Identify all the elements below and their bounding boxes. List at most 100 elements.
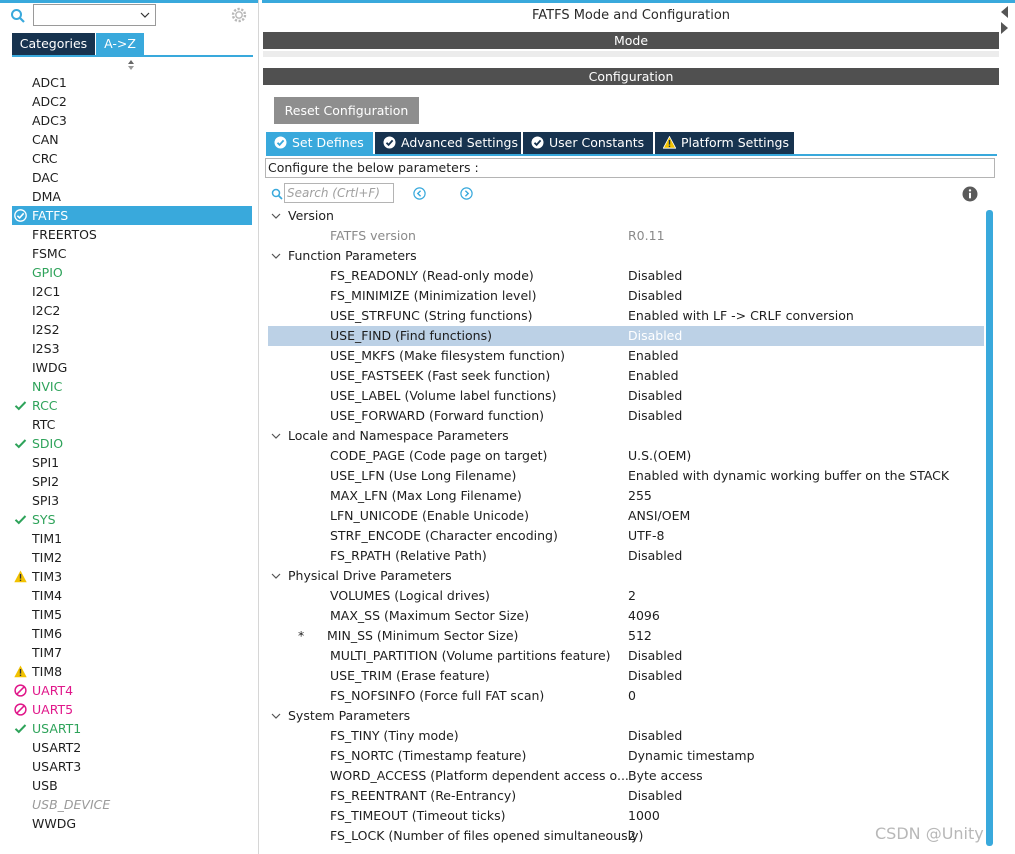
parameter-value[interactable]: Disabled	[628, 406, 682, 426]
parameter-value[interactable]: Enabled	[628, 366, 679, 386]
component-item[interactable]: TIM4	[12, 586, 252, 605]
component-item[interactable]: RCC	[12, 396, 252, 415]
component-item[interactable]: ADC3	[12, 111, 252, 130]
tab-user-constants[interactable]: User Constants	[523, 132, 653, 154]
parameter-value[interactable]: Disabled	[628, 646, 682, 666]
component-item[interactable]: SPI1	[12, 453, 252, 472]
parameter-row[interactable]: USE_LFN (Use Long Filename) Enabled with …	[268, 466, 984, 486]
parameter-value[interactable]: 4096	[628, 606, 660, 626]
component-item[interactable]: CRC	[12, 149, 252, 168]
parameter-row[interactable]: CODE_PAGE (Code page on target) U.S.(OEM)	[268, 446, 984, 466]
parameter-row[interactable]: LFN_UNICODE (Enable Unicode) ANSI/OEM	[268, 506, 984, 526]
component-item[interactable]: USB_DEVICE	[12, 795, 252, 814]
parameter-row[interactable]: FS_NORTC (Timestamp feature) Dynamic time…	[268, 746, 984, 766]
parameter-group[interactable]: Physical Drive Parameters	[268, 566, 984, 586]
component-item[interactable]: ADC1	[12, 73, 252, 92]
parameter-value[interactable]: 2	[628, 826, 636, 846]
next-match-icon[interactable]	[460, 187, 473, 200]
parameter-value[interactable]: Byte access	[628, 766, 703, 786]
component-item[interactable]: USB	[12, 776, 252, 795]
parameter-row[interactable]: FS_READONLY (Read-only mode) Disabled	[268, 266, 984, 286]
parameter-row[interactable]: FS_NOFSINFO (Force full FAT scan) 0	[268, 686, 984, 706]
tab-set-defines[interactable]: Set Defines	[266, 132, 373, 154]
parameter-value[interactable]: Disabled	[628, 286, 682, 306]
component-item[interactable]: USART2	[12, 738, 252, 757]
component-item[interactable]: FREERTOS	[12, 225, 252, 244]
parameter-row[interactable]: WORD_ACCESS (Platform dependent access o…	[268, 766, 984, 786]
component-item[interactable]: FATFS	[12, 206, 252, 225]
panel-collapse-icon[interactable]	[1001, 6, 1009, 34]
component-item[interactable]: TIM8	[12, 662, 252, 681]
parameter-row[interactable]: USE_STRFUNC (String functions) Enabled wi…	[268, 306, 984, 326]
tab-advanced-settings[interactable]: Advanced Settings	[375, 132, 521, 154]
chevron-down-icon[interactable]	[271, 571, 281, 581]
component-item[interactable]: WWDG	[12, 814, 252, 833]
component-item[interactable]: ADC2	[12, 92, 252, 111]
mode-header[interactable]: Mode	[263, 32, 999, 49]
component-item[interactable]: NVIC	[12, 377, 252, 396]
component-item[interactable]: FSMC	[12, 244, 252, 263]
chevron-down-icon[interactable]	[271, 211, 281, 221]
component-item[interactable]: IWDG	[12, 358, 252, 377]
component-item[interactable]: DAC	[12, 168, 252, 187]
component-item[interactable]: I2S3	[12, 339, 252, 358]
parameter-value[interactable]: UTF-8	[628, 526, 664, 546]
component-item[interactable]: GPIO	[12, 263, 252, 282]
parameter-row[interactable]: USE_LABEL (Volume label functions) Disabl…	[268, 386, 984, 406]
vertical-scrollbar[interactable]	[986, 210, 993, 846]
parameter-value[interactable]: Disabled	[628, 726, 682, 746]
parameter-value[interactable]: 1000	[628, 806, 660, 826]
parameter-value[interactable]: 512	[628, 626, 652, 646]
component-item[interactable]: TIM1	[12, 529, 252, 548]
parameter-search-input[interactable]: Search (Crtl+F)	[284, 183, 394, 203]
parameter-row[interactable]: STRF_ENCODE (Character encoding) UTF-8	[268, 526, 984, 546]
parameter-row[interactable]: FS_REENTRANT (Re-Entrancy) Disabled	[268, 786, 984, 806]
component-item[interactable]: UART5	[12, 700, 252, 719]
chevron-down-icon[interactable]	[271, 431, 281, 441]
component-item[interactable]: TIM6	[12, 624, 252, 643]
component-item[interactable]: RTC	[12, 415, 252, 434]
parameter-value[interactable]: 0	[628, 686, 636, 706]
parameter-row[interactable]: * MIN_SS (Minimum Sector Size) 512	[268, 626, 984, 646]
chevron-down-icon[interactable]	[271, 251, 281, 261]
component-item[interactable]: CAN	[12, 130, 252, 149]
parameter-value[interactable]: Disabled	[628, 546, 682, 566]
parameter-row[interactable]: FS_MINIMIZE (Minimization level) Disabled	[268, 286, 984, 306]
parameter-value[interactable]: 255	[628, 486, 652, 506]
parameter-group[interactable]: Function Parameters	[268, 246, 984, 266]
component-item[interactable]: I2C1	[12, 282, 252, 301]
parameter-row[interactable]: USE_FORWARD (Forward function) Disabled	[268, 406, 984, 426]
parameter-row[interactable]: USE_MKFS (Make filesystem function) Enabl…	[268, 346, 984, 366]
tab-platform-settings[interactable]: Platform Settings	[655, 132, 794, 154]
parameter-value[interactable]: Enabled with LF -> CRLF conversion	[628, 306, 854, 326]
component-item[interactable]: TIM2	[12, 548, 252, 567]
parameter-row[interactable]: USE_FIND (Find functions) Disabled	[268, 326, 984, 346]
tab-a-z[interactable]: A->Z	[96, 33, 144, 55]
component-item[interactable]: UART4	[12, 681, 252, 700]
component-item[interactable]: SPI2	[12, 472, 252, 491]
component-item[interactable]: TIM3	[12, 567, 252, 586]
configuration-header[interactable]: Configuration	[263, 68, 999, 85]
parameter-row[interactable]: USE_TRIM (Erase feature) Disabled	[268, 666, 984, 686]
parameter-value[interactable]: Disabled	[628, 266, 682, 286]
reset-configuration-button[interactable]: Reset Configuration	[274, 97, 419, 124]
chevron-down-icon[interactable]	[139, 9, 151, 21]
parameter-value[interactable]: U.S.(OEM)	[628, 446, 691, 466]
parameter-value[interactable]: ANSI/OEM	[628, 506, 690, 526]
component-item[interactable]: TIM5	[12, 605, 252, 624]
parameter-value[interactable]: Disabled	[628, 666, 682, 686]
parameter-group[interactable]: Version	[268, 206, 984, 226]
parameter-value[interactable]: Enabled	[628, 346, 679, 366]
info-icon[interactable]	[962, 186, 978, 202]
parameter-value[interactable]: 2	[628, 586, 636, 606]
component-item[interactable]: DMA	[12, 187, 252, 206]
parameter-row[interactable]: FATFS version R0.11	[268, 226, 984, 246]
parameter-value[interactable]: Disabled	[628, 386, 682, 406]
chevron-down-icon[interactable]	[271, 711, 281, 721]
component-item[interactable]: SPI3	[12, 491, 252, 510]
parameter-value[interactable]: Enabled with dynamic working buffer on t…	[628, 466, 949, 486]
parameter-value[interactable]: Disabled	[628, 786, 682, 806]
tab-categories[interactable]: Categories	[12, 33, 95, 55]
component-item[interactable]: SYS	[12, 510, 252, 529]
parameter-row[interactable]: MAX_SS (Maximum Sector Size) 4096	[268, 606, 984, 626]
